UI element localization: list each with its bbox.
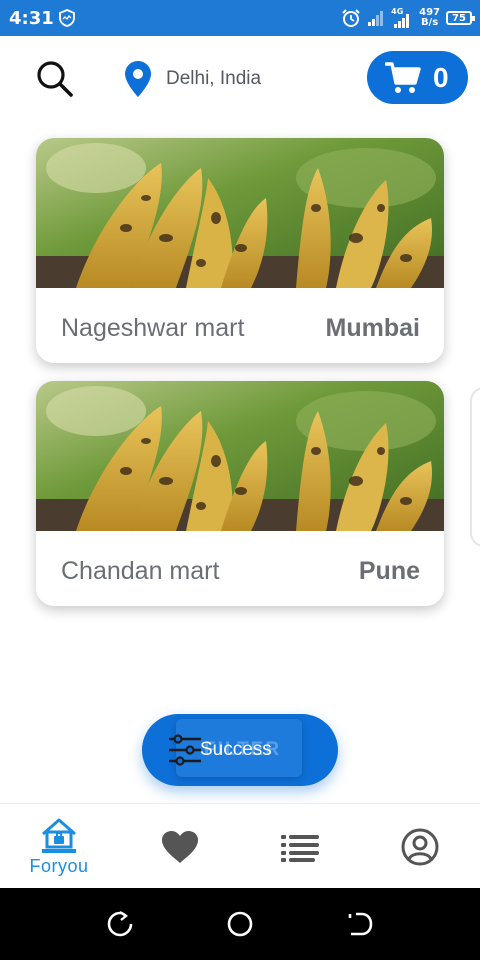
store-city: Pune [358, 557, 420, 585]
app-screen: 4:31 4G 497 B/s 75 Delhi, India 0 Nagesh… [0, 0, 480, 960]
store-name: Nageshwar mart [61, 314, 245, 342]
store-city: Mumbai [325, 314, 420, 342]
store-image [36, 381, 444, 531]
store-card[interactable]: Chandan mart Pune [36, 381, 444, 606]
nav-item-profile[interactable] [400, 804, 440, 889]
cart-icon [385, 61, 421, 93]
store-image [36, 138, 444, 288]
filter-button[interactable]: FILTER Success [142, 714, 338, 786]
store-card[interactable]: Nageshwar mart Mumbai [36, 138, 444, 363]
nav-item-foryou[interactable]: Foryou [22, 804, 96, 889]
nav-label-foryou: Foryou [29, 856, 89, 876]
location-pin-icon [125, 61, 151, 97]
store-name: Chandan mart [61, 557, 220, 585]
shield-icon [59, 9, 75, 27]
alarm-icon [342, 9, 360, 27]
speed-unit: B/s [420, 17, 439, 28]
filter-sliders-icon [169, 734, 201, 766]
nav-item-favorites[interactable] [160, 804, 200, 889]
system-navigation-bar [0, 888, 480, 960]
cart-button[interactable]: 0 [367, 51, 468, 104]
cart-count: 0 [433, 61, 449, 93]
profile-icon [401, 828, 439, 866]
status-bar: 4:31 4G 497 B/s 75 [0, 0, 480, 36]
signal-icon [394, 14, 410, 28]
network-speed: 497 B/s [419, 8, 440, 28]
search-icon[interactable] [34, 58, 74, 98]
recents-icon[interactable] [106, 910, 134, 938]
toast-label: Success [200, 739, 272, 760]
battery-level: 75 [452, 12, 466, 24]
status-time: 4:31 [9, 8, 54, 29]
side-card-edge [470, 387, 480, 547]
status-icons: 4G 497 B/s 75 [341, 5, 475, 31]
signal-icon [368, 11, 384, 26]
location-label: Delhi, India [166, 68, 262, 89]
bottom-navigation: Foryou [0, 803, 480, 888]
heart-icon [162, 831, 198, 863]
list-icon [281, 835, 319, 862]
home-icon [42, 818, 76, 853]
battery-icon: 75 [446, 11, 475, 25]
home-circle-icon[interactable] [226, 910, 254, 938]
signal-4g: 4G [391, 7, 413, 29]
nav-item-list[interactable] [280, 804, 320, 889]
location-selector[interactable]: Delhi, India [124, 60, 261, 98]
back-icon[interactable] [346, 910, 374, 938]
